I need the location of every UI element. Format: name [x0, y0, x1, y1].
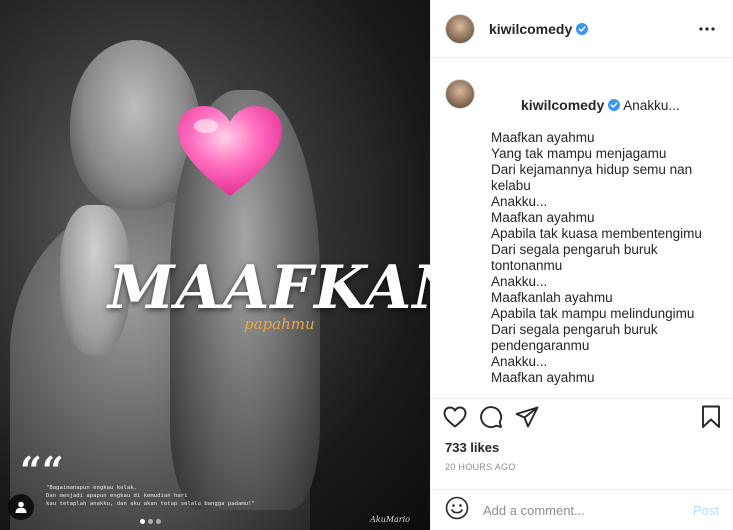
caption-line: Anakku...: [491, 354, 548, 369]
verified-badge-icon: [608, 99, 621, 111]
likes-count[interactable]: 733 likes: [445, 440, 499, 455]
share-icon: [515, 406, 539, 428]
avatar[interactable]: [445, 79, 475, 109]
post-image[interactable]: MAAFKAN papahmu ““ "Bagaimanapun engkau …: [0, 0, 430, 530]
bookmark-icon: [702, 405, 720, 428]
caption-line: Anakku...: [491, 194, 548, 209]
comment-icon: [480, 406, 503, 429]
caption-line: kelabu: [491, 178, 531, 193]
caption-section: kiwilcomedy Anakku... Maafkan ayahmu Yan…: [431, 59, 733, 398]
post-timestamp[interactable]: 20 HOURS AGO: [445, 462, 516, 472]
caption-line: Apabila tak kuasa membentengimu: [491, 226, 702, 241]
caption-line: Maafkanlah ayahmu: [491, 290, 613, 305]
post-header: kiwilcomedy: [431, 0, 733, 58]
caption-line: Dari kejamannya hidup semu nan: [491, 162, 693, 177]
post-sidebar: kiwilcomedy kiwilcomedy Anakku... Maafka…: [430, 0, 733, 530]
action-bar: [431, 398, 733, 440]
carousel-indicator: [140, 519, 161, 524]
carousel-dot: [140, 519, 145, 524]
signature: AkuMario: [370, 515, 410, 524]
overlay-subtitle: papahmu: [244, 315, 315, 333]
caption-body: kiwilcomedy Anakku... Maafkan ayahmu Yan…: [491, 81, 702, 398]
tagged-users-button[interactable]: [8, 494, 34, 520]
overlay-title: MAAFKAN: [108, 253, 430, 323]
emoji-button[interactable]: [445, 496, 469, 525]
comment-bar: Post: [431, 489, 733, 530]
share-button[interactable]: [515, 406, 539, 433]
more-horizontal-icon: [699, 26, 715, 31]
caption-line: Dari segala pengaruh buruk: [491, 242, 658, 257]
more-options-button[interactable]: [695, 17, 719, 41]
caption-line: tontonanmu: [491, 258, 563, 273]
carousel-dot: [156, 519, 161, 524]
caption-line: Yang tak mampu menjagamu: [491, 146, 667, 161]
avatar[interactable]: [445, 13, 475, 44]
caption-line: Maafkan ayahmu: [491, 130, 595, 145]
caption-line: pendengaranmu: [491, 338, 590, 353]
heart-icon: [443, 406, 467, 428]
verified-badge-icon: [576, 22, 589, 35]
like-button[interactable]: [443, 406, 467, 433]
caption-line: Dari segala pengaruh buruk: [491, 322, 658, 337]
caption-username[interactable]: kiwilcomedy: [521, 97, 604, 113]
caption-line: Anakku...: [491, 274, 548, 289]
caption-line: Maafkan ayahmu: [491, 370, 595, 385]
post-comment-button[interactable]: Post: [693, 503, 719, 518]
comment-button[interactable]: [479, 405, 503, 434]
carousel-dot: [148, 519, 153, 524]
emoji-icon: [445, 496, 469, 519]
quote-text: "Bagaimanapun engkau kelak, Dan menjadi a…: [46, 485, 255, 507]
user-icon: [15, 501, 27, 513]
save-button[interactable]: [701, 405, 721, 434]
caption-first-line: Anakku...: [623, 98, 680, 113]
caption-line: Maafkan ayahmu: [491, 210, 595, 225]
comment-input[interactable]: [483, 502, 693, 518]
heart-sticker-icon: [178, 106, 282, 196]
caption-line: Apabila tak mampu melindungimu: [491, 306, 695, 321]
author-username[interactable]: kiwilcomedy: [489, 21, 572, 37]
